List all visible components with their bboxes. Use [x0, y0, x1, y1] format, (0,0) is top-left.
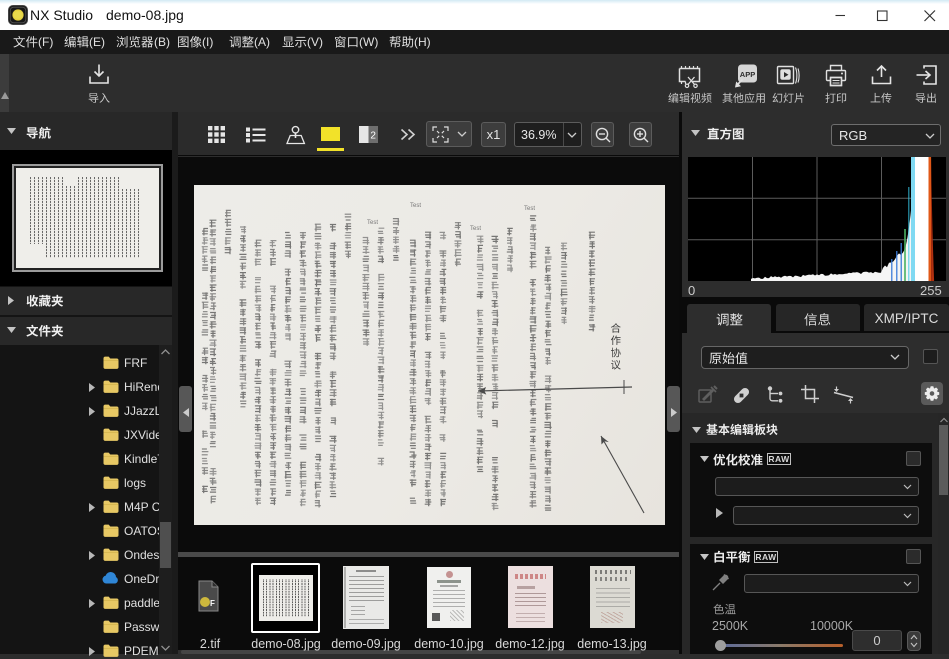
svg-text:F: F — [210, 599, 215, 608]
